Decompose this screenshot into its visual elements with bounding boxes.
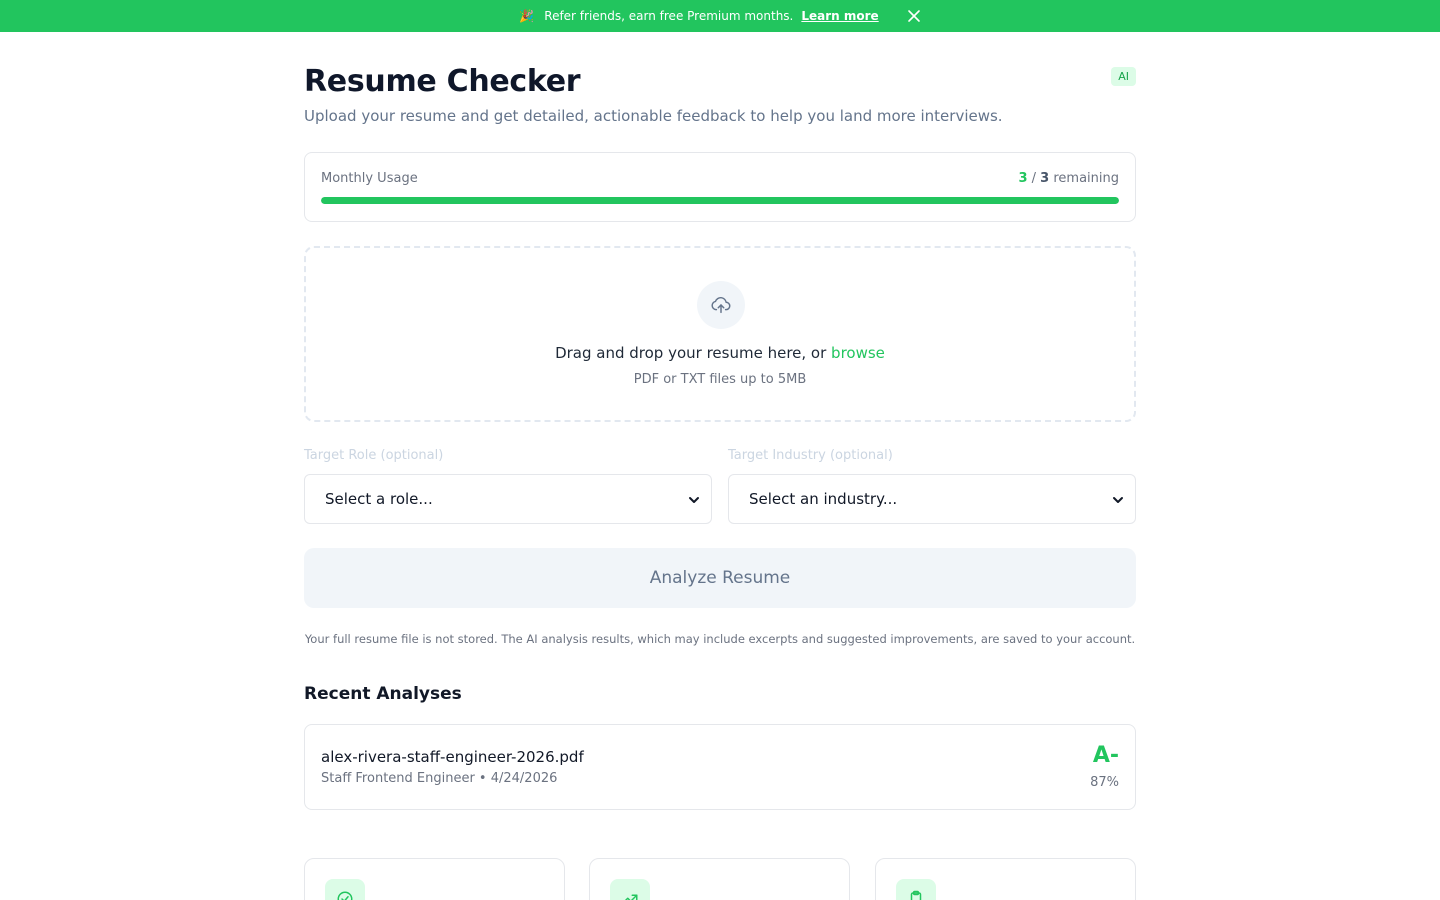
usage-progress-fill (321, 197, 1119, 204)
feature-card (875, 858, 1136, 900)
target-industry-label: Target Industry (optional) (728, 448, 893, 463)
feature-card (589, 858, 850, 900)
learn-more-link[interactable]: Learn more (801, 9, 878, 23)
monthly-usage-card: Monthly Usage 3 / 3 remaining (304, 152, 1136, 222)
target-role-select[interactable]: Select a role... (304, 474, 712, 524)
target-industry-select[interactable]: Select an industry... (728, 474, 1136, 524)
close-icon[interactable] (907, 9, 921, 23)
target-industry-value: Select an industry... (749, 490, 898, 508)
analysis-list-item[interactable]: alex-rivera-staff-engineer-2026.pdf Staf… (304, 724, 1136, 810)
page-title: Resume Checker (304, 64, 581, 99)
upload-icon (697, 281, 745, 329)
usage-total: 3 (1040, 171, 1050, 186)
usage-count: 3 / 3 remaining (1018, 171, 1119, 186)
ai-badge: AI (1111, 67, 1136, 86)
trending-up-icon (610, 879, 650, 900)
analysis-file-name: alex-rivera-staff-engineer-2026.pdf (321, 748, 584, 766)
recent-analyses-heading: Recent Analyses (304, 684, 462, 704)
usage-used: 3 (1018, 171, 1028, 186)
usage-label: Monthly Usage (321, 171, 418, 186)
analysis-grade: A- (1092, 743, 1119, 768)
party-icon: 🎉 (519, 9, 535, 23)
promo-banner: 🎉 Refer friends, earn free Premium month… (0, 0, 1440, 32)
feature-card (304, 858, 565, 900)
promo-text: Refer friends, earn free Premium months. (544, 9, 794, 23)
dropzone-hint: PDF or TXT files up to 5MB (633, 372, 807, 387)
analysis-meta: Staff Frontend Engineer • 4/24/2026 (321, 771, 558, 786)
resume-dropzone[interactable]: Drag and drop your resume here, or brows… (304, 246, 1136, 422)
clipboard-icon (896, 879, 936, 900)
check-circle-icon (325, 879, 365, 900)
usage-separator: / (1031, 171, 1037, 186)
usage-progress-track (321, 197, 1119, 204)
usage-suffix: remaining (1053, 171, 1119, 186)
page-subtitle: Upload your resume and get detailed, act… (304, 107, 1003, 125)
browse-link[interactable]: browse (831, 344, 885, 362)
dropzone-text: Drag and drop your resume here, or brows… (306, 344, 1134, 362)
chevron-down-icon (1113, 497, 1123, 503)
chevron-down-icon (689, 497, 699, 503)
analysis-score: 87% (1090, 775, 1119, 790)
target-role-value: Select a role... (325, 490, 433, 508)
privacy-note: Your full resume file is not stored. The… (304, 632, 1136, 646)
target-role-label: Target Role (optional) (304, 448, 444, 463)
analyze-resume-button[interactable]: Analyze Resume (304, 548, 1136, 608)
dropzone-instruction: Drag and drop your resume here, or (555, 344, 827, 362)
